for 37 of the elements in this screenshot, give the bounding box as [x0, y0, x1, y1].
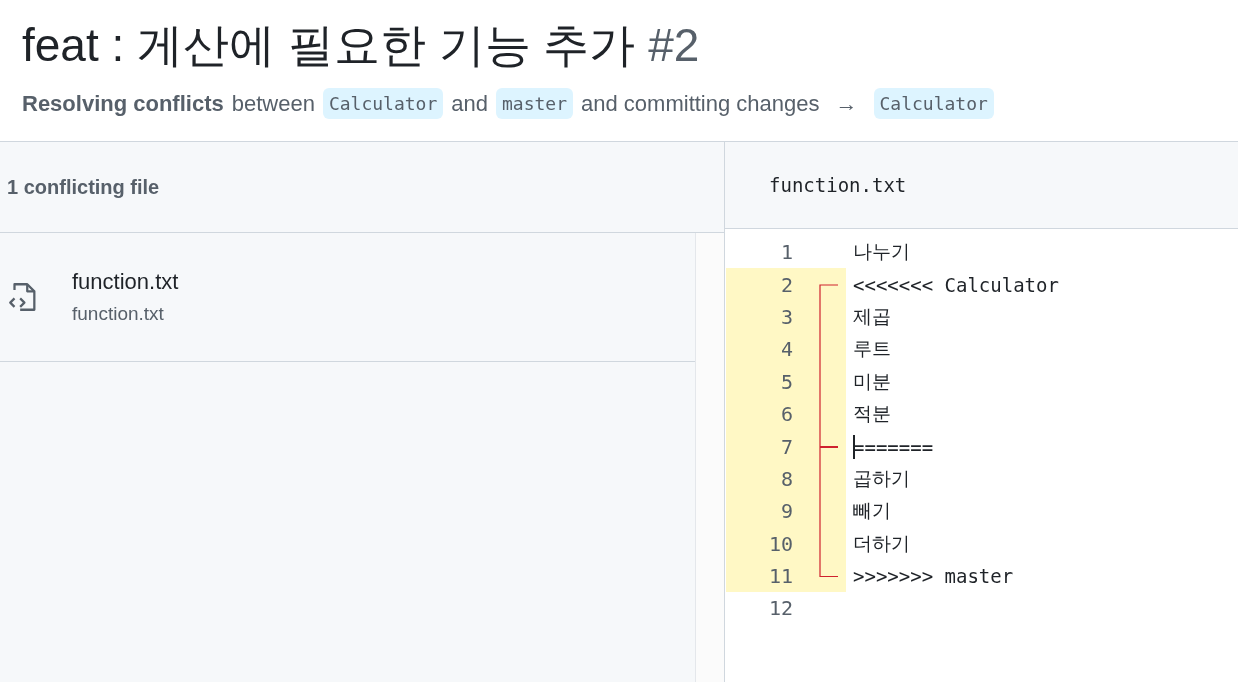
line-number: 1 — [779, 240, 793, 265]
line-number: 9 — [779, 499, 793, 524]
code-line: 제곱 — [853, 303, 891, 329]
code-line: 적분 — [853, 401, 891, 427]
code-line: 루트 — [853, 336, 891, 362]
line-number: 3 — [779, 304, 793, 329]
conflict-count: 1 conflicting file — [7, 175, 160, 199]
code-line: 미분 — [853, 368, 891, 394]
file-name: function.txt — [72, 269, 179, 295]
code-line: <<<<<<< Calculator — [853, 273, 1059, 296]
editor-filename: function.txt — [769, 174, 907, 196]
line-number: 8 — [779, 466, 793, 491]
branch-label[interactable]: master — [496, 88, 574, 119]
code-line: >>>>>>> master — [853, 565, 1014, 588]
line-number: 2 — [779, 272, 793, 297]
code-line: 나누기 — [853, 239, 910, 265]
arrow-glyph: → — [835, 90, 858, 117]
line-number: 12 — [767, 596, 793, 621]
code-line: 빼기 — [853, 498, 891, 524]
pull-request-title: feat : 게산에 필요한 기능 추가 — [22, 19, 636, 71]
line-number: 5 — [779, 369, 793, 394]
line-number: 10 — [767, 531, 793, 556]
code-line: ======= — [853, 435, 934, 458]
connector-text: between — [231, 90, 315, 117]
line-number: 6 — [779, 402, 793, 427]
status-text: Resolving conflicts — [22, 90, 224, 117]
code-line: 더하기 — [853, 530, 910, 556]
code-line: 곱하기 — [853, 465, 910, 491]
line-number: 4 — [779, 337, 793, 362]
file-path: function.txt — [72, 303, 165, 325]
pull-request-number: #2 — [648, 19, 700, 71]
branch-label[interactable]: Calculator — [873, 88, 994, 119]
connector-text: and committing changes — [581, 90, 820, 117]
connector-text: and — [451, 90, 488, 117]
branch-label[interactable]: Calculator — [322, 88, 444, 119]
line-number: 7 — [779, 434, 793, 459]
line-number: 11 — [767, 564, 793, 589]
